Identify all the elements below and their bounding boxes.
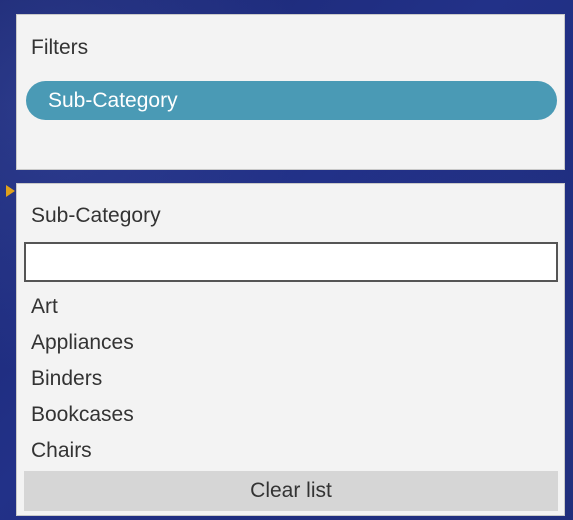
quick-filter-list: Art Appliances Binders Bookcases Chairs	[31, 289, 134, 469]
list-item[interactable]: Appliances	[31, 325, 134, 361]
pointer-arrow-icon	[6, 185, 15, 197]
filters-shelf-title: Filters	[31, 36, 89, 59]
list-item[interactable]: Bookcases	[31, 397, 134, 433]
list-item[interactable]: Binders	[31, 361, 134, 397]
list-item[interactable]: Art	[31, 289, 134, 325]
quick-filter-search-input[interactable]	[24, 242, 558, 282]
filter-pill-sub-category[interactable]: Sub-Category	[26, 81, 557, 120]
filters-shelf: Filters Sub-Category	[16, 14, 565, 170]
clear-list-button[interactable]: Clear list	[24, 471, 558, 511]
quick-filter-card: Sub-Category Art Appliances Binders Book…	[16, 183, 565, 516]
quick-filter-title: Sub-Category	[31, 204, 161, 227]
list-item[interactable]: Chairs	[31, 433, 134, 469]
